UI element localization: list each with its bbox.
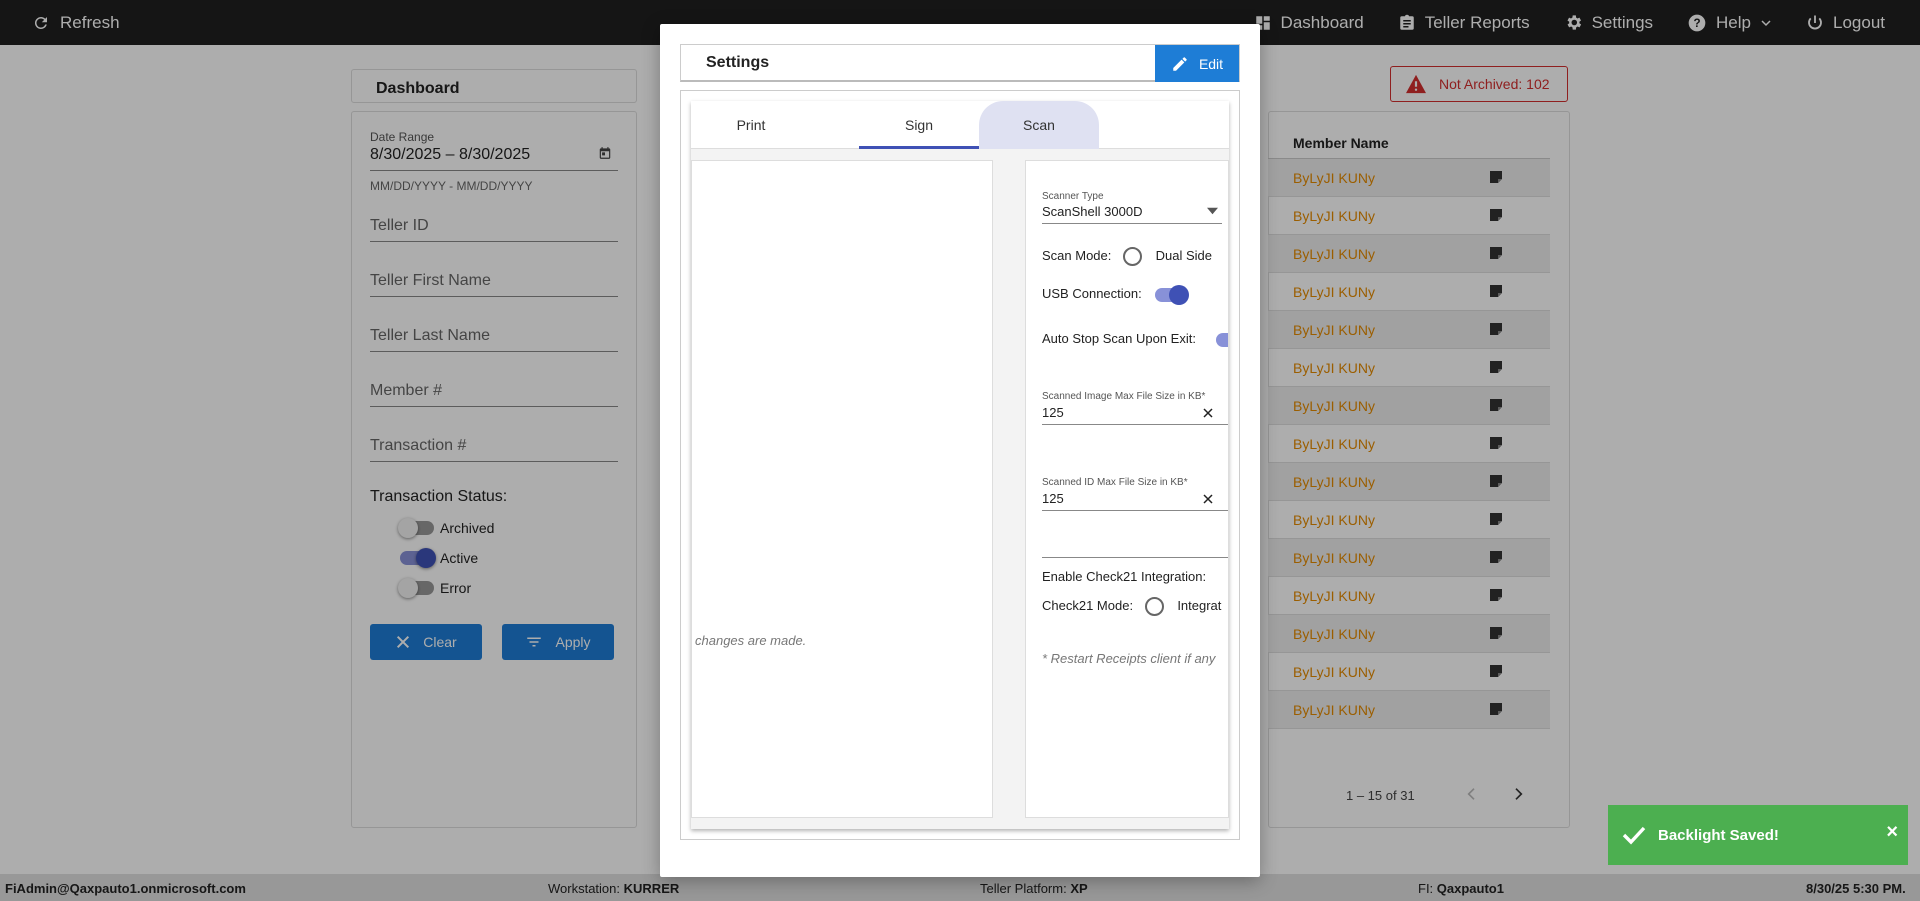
id-size-label: Scanned ID Max File Size in KB*	[1042, 477, 1188, 488]
sign-pane: changes are made.	[691, 160, 993, 818]
auto-stop-row: Auto Stop Scan Upon Exit:	[1042, 331, 1228, 347]
tab-scan[interactable]: Scan	[979, 101, 1099, 149]
toast-close-button[interactable]: ×	[1886, 821, 1898, 844]
check21-label: Enable Check21 Integration:	[1042, 569, 1207, 584]
id-size-underline	[1042, 510, 1228, 511]
usb-connection-toggle[interactable]	[1155, 284, 1190, 305]
settings-tabs-card: Print Sign Scan changes are made. Scanne…	[691, 101, 1229, 829]
id-size-input[interactable]: 125	[1042, 491, 1064, 506]
scan-mode-row: Scan Mode: Dual Side	[1042, 247, 1212, 266]
settings-tab-bar: Print Sign Scan	[691, 101, 1229, 149]
image-size-value: 125	[1042, 405, 1064, 420]
success-toast: Backlight Saved! ×	[1608, 805, 1908, 865]
scan-pane: Scanner Type ScanShell 3000D Scan Mode: …	[1025, 160, 1229, 818]
scan-mode-option: Dual Side	[1155, 247, 1212, 263]
check21-mode-option: Integrat	[1177, 597, 1222, 613]
scanner-type-underline	[1042, 223, 1222, 224]
toast-message: Backlight Saved!	[1658, 826, 1779, 844]
image-size-underline	[1042, 424, 1228, 425]
auto-stop-label: Auto Stop Scan Upon Exit:	[1042, 331, 1196, 346]
dropdown-arrow-icon[interactable]	[1207, 207, 1218, 215]
check21-mode-label: Check21 Mode:	[1042, 597, 1134, 613]
sign-restart-note: changes are made.	[695, 633, 807, 648]
scan-restart-note: * Restart Receipts client if any	[1042, 651, 1216, 666]
check21-mode-radio[interactable]	[1144, 597, 1164, 616]
id-size-value: 125	[1042, 491, 1064, 506]
settings-title: Settings	[706, 54, 770, 71]
settings-dialog: Settings Edit Print Sign Scan changes ar…	[660, 24, 1260, 877]
checkmark-icon	[1622, 825, 1646, 845]
clear-image-size-icon[interactable]	[1202, 407, 1214, 419]
tab-print[interactable]: Print	[691, 101, 811, 149]
clear-id-size-icon[interactable]	[1202, 493, 1214, 505]
usb-connection-label: USB Connection:	[1042, 286, 1142, 301]
image-size-label: Scanned Image Max File Size in KB*	[1042, 391, 1206, 402]
settings-header: Settings Edit	[680, 44, 1240, 82]
check21-mode-row: Check21 Mode: Integrat	[1042, 597, 1221, 616]
auto-stop-toggle[interactable]	[1215, 332, 1228, 347]
settings-body: Print Sign Scan changes are made. Scanne…	[680, 90, 1240, 840]
usb-connection-row: USB Connection:	[1042, 284, 1190, 305]
scan-mode-radio[interactable]	[1123, 247, 1142, 266]
edit-button[interactable]: Edit	[1155, 45, 1239, 82]
pencil-icon	[1171, 55, 1189, 73]
scanner-type-value: ScanShell 3000D	[1042, 204, 1143, 219]
app-root: Refresh Dashboard Teller Reports Setting…	[0, 0, 1920, 901]
scanner-type-label: Scanner Type	[1042, 191, 1104, 202]
image-size-input[interactable]: 125	[1042, 405, 1064, 420]
scanner-type-select[interactable]: ScanShell 3000D	[1042, 204, 1142, 219]
scan-mode-label: Scan Mode:	[1042, 247, 1112, 263]
active-tab-indicator	[859, 146, 979, 149]
edit-label: Edit	[1198, 55, 1224, 72]
tab-sign[interactable]: Sign	[859, 101, 979, 149]
section-divider	[1042, 557, 1228, 558]
